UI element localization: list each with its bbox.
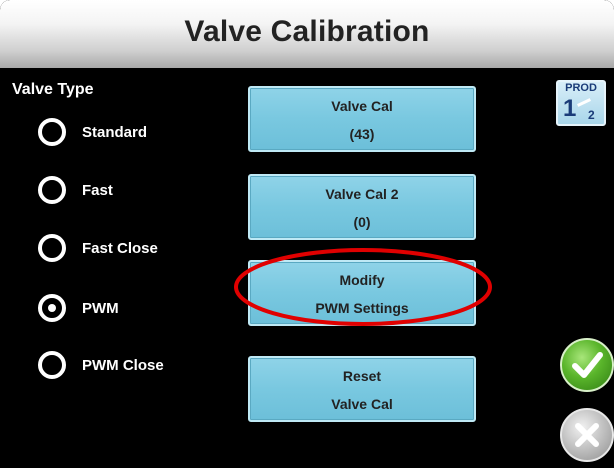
checkmark-icon: [572, 352, 603, 378]
radio-label: Fast: [82, 181, 113, 199]
product-selector-button[interactable]: PROD 1 2: [556, 80, 606, 126]
radio-selected-dot: [48, 304, 56, 312]
radio-option-pwm[interactable]: PWM: [38, 293, 119, 323]
radio-label: PWM: [82, 299, 119, 317]
valve-cal-2-button[interactable]: Valve Cal 2 (0): [248, 174, 476, 240]
radio-button[interactable]: [38, 118, 66, 146]
modify-pwm-settings-button[interactable]: Modify PWM Settings: [248, 260, 476, 326]
reset-valve-cal-button[interactable]: Reset Valve Cal: [248, 356, 476, 422]
product-divider: [577, 98, 591, 107]
radio-button[interactable]: [38, 176, 66, 204]
accept-button[interactable]: [560, 338, 614, 392]
button-label: Modify: [339, 272, 385, 288]
valve-type-heading: Valve Type: [12, 81, 94, 98]
page-title: Valve Calibration: [184, 15, 430, 48]
cancel-button[interactable]: [560, 408, 614, 462]
button-label-2: Valve Cal: [331, 396, 393, 412]
button-label-2: PWM Settings: [315, 300, 409, 316]
radio-button-selected[interactable]: [38, 294, 66, 322]
valve-cal-button[interactable]: Valve Cal (43): [248, 86, 476, 152]
x-icon: [575, 423, 599, 447]
product-current: 1: [563, 95, 577, 122]
product-label: PROD: [565, 82, 597, 94]
radio-option-pwm-close[interactable]: PWM Close: [38, 350, 164, 380]
radio-option-fast-close[interactable]: Fast Close: [38, 233, 158, 263]
radio-label: Standard: [82, 123, 148, 141]
button-value: (43): [349, 126, 375, 142]
radio-label: PWM Close: [82, 356, 164, 374]
radio-option-standard[interactable]: Standard: [38, 117, 147, 147]
radio-label: Fast Close: [82, 239, 158, 257]
button-value: (0): [353, 214, 371, 230]
product-total: 2: [588, 108, 595, 122]
app-screen: Valve Calibration Valve Type Standard Fa…: [0, 0, 614, 468]
title-bar: Valve Calibration: [0, 0, 614, 68]
radio-option-fast[interactable]: Fast: [38, 175, 113, 205]
button-label: Valve Cal: [331, 98, 393, 114]
radio-button[interactable]: [38, 351, 66, 379]
button-label: Reset: [342, 368, 382, 384]
radio-button[interactable]: [38, 234, 66, 262]
button-label: Valve Cal 2: [325, 186, 399, 202]
